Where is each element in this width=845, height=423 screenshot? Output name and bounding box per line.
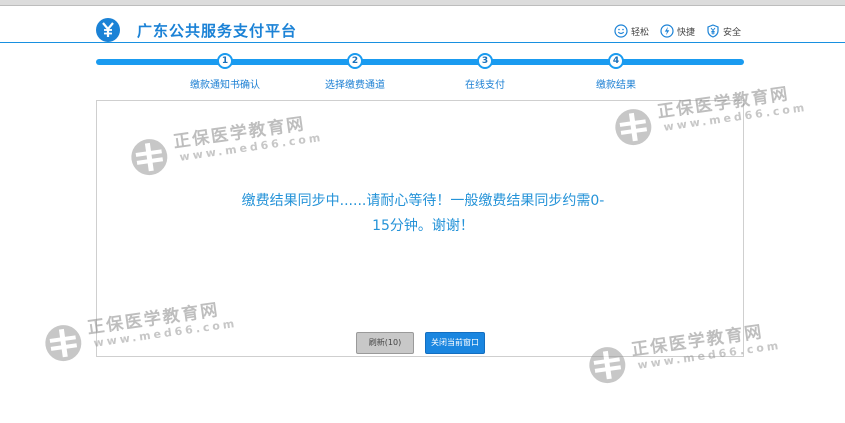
watermark-logo-icon xyxy=(45,325,82,362)
progress-steps: 1 缴款通知书确认 2 选择缴费通道 3 在线支付 4 缴款结果 xyxy=(96,50,744,91)
shield-yuan-icon xyxy=(707,24,719,38)
feature-secure: 安全 xyxy=(706,24,741,38)
step-label: 缴款通知书确认 xyxy=(190,80,260,91)
feature-list: 轻松 快捷 安全 xyxy=(614,24,741,38)
platform-title: 广东公共服务支付平台 xyxy=(137,22,298,40)
step-label: 在线支付 xyxy=(465,80,505,91)
step-label: 缴款结果 xyxy=(596,80,636,91)
step-4: 4 缴款结果 xyxy=(556,50,676,91)
feature-label: 快捷 xyxy=(676,27,695,38)
lightning-icon xyxy=(660,24,674,38)
step-2: 2 选择缴费通道 xyxy=(295,50,415,91)
smile-icon xyxy=(614,24,628,38)
step-3: 3 在线支付 xyxy=(425,50,545,91)
sync-message-line2: 15分钟。谢谢！ xyxy=(372,218,474,234)
result-panel: 缴费结果同步中......请耐心等待！一般缴费结果同步约需0- 15分钟。谢谢！… xyxy=(96,100,744,357)
feature-fast: 快捷 xyxy=(660,24,695,38)
step-number: 2 xyxy=(347,53,363,69)
feature-easy: 轻松 xyxy=(614,24,649,38)
header-divider xyxy=(0,42,845,43)
refresh-button[interactable]: 刷新(10) xyxy=(356,332,414,354)
yuan-icon xyxy=(96,18,120,42)
step-label: 选择缴费通道 xyxy=(325,80,385,91)
step-1: 1 缴款通知书确认 xyxy=(165,50,285,91)
step-number: 3 xyxy=(477,53,493,69)
sync-message-line1: 缴费结果同步中......请耐心等待！一般缴费结果同步约需0- xyxy=(241,193,605,209)
step-number: 4 xyxy=(608,53,624,69)
feature-label: 轻松 xyxy=(630,27,649,38)
step-number: 1 xyxy=(217,53,233,69)
close-window-button[interactable]: 关闭当前窗口 xyxy=(425,332,485,354)
feature-label: 安全 xyxy=(722,27,741,38)
sync-message: 缴费结果同步中......请耐心等待！一般缴费结果同步约需0- 15分钟。谢谢！ xyxy=(213,189,633,239)
header: 广东公共服务支付平台 轻松 快捷 安全 xyxy=(0,6,845,43)
